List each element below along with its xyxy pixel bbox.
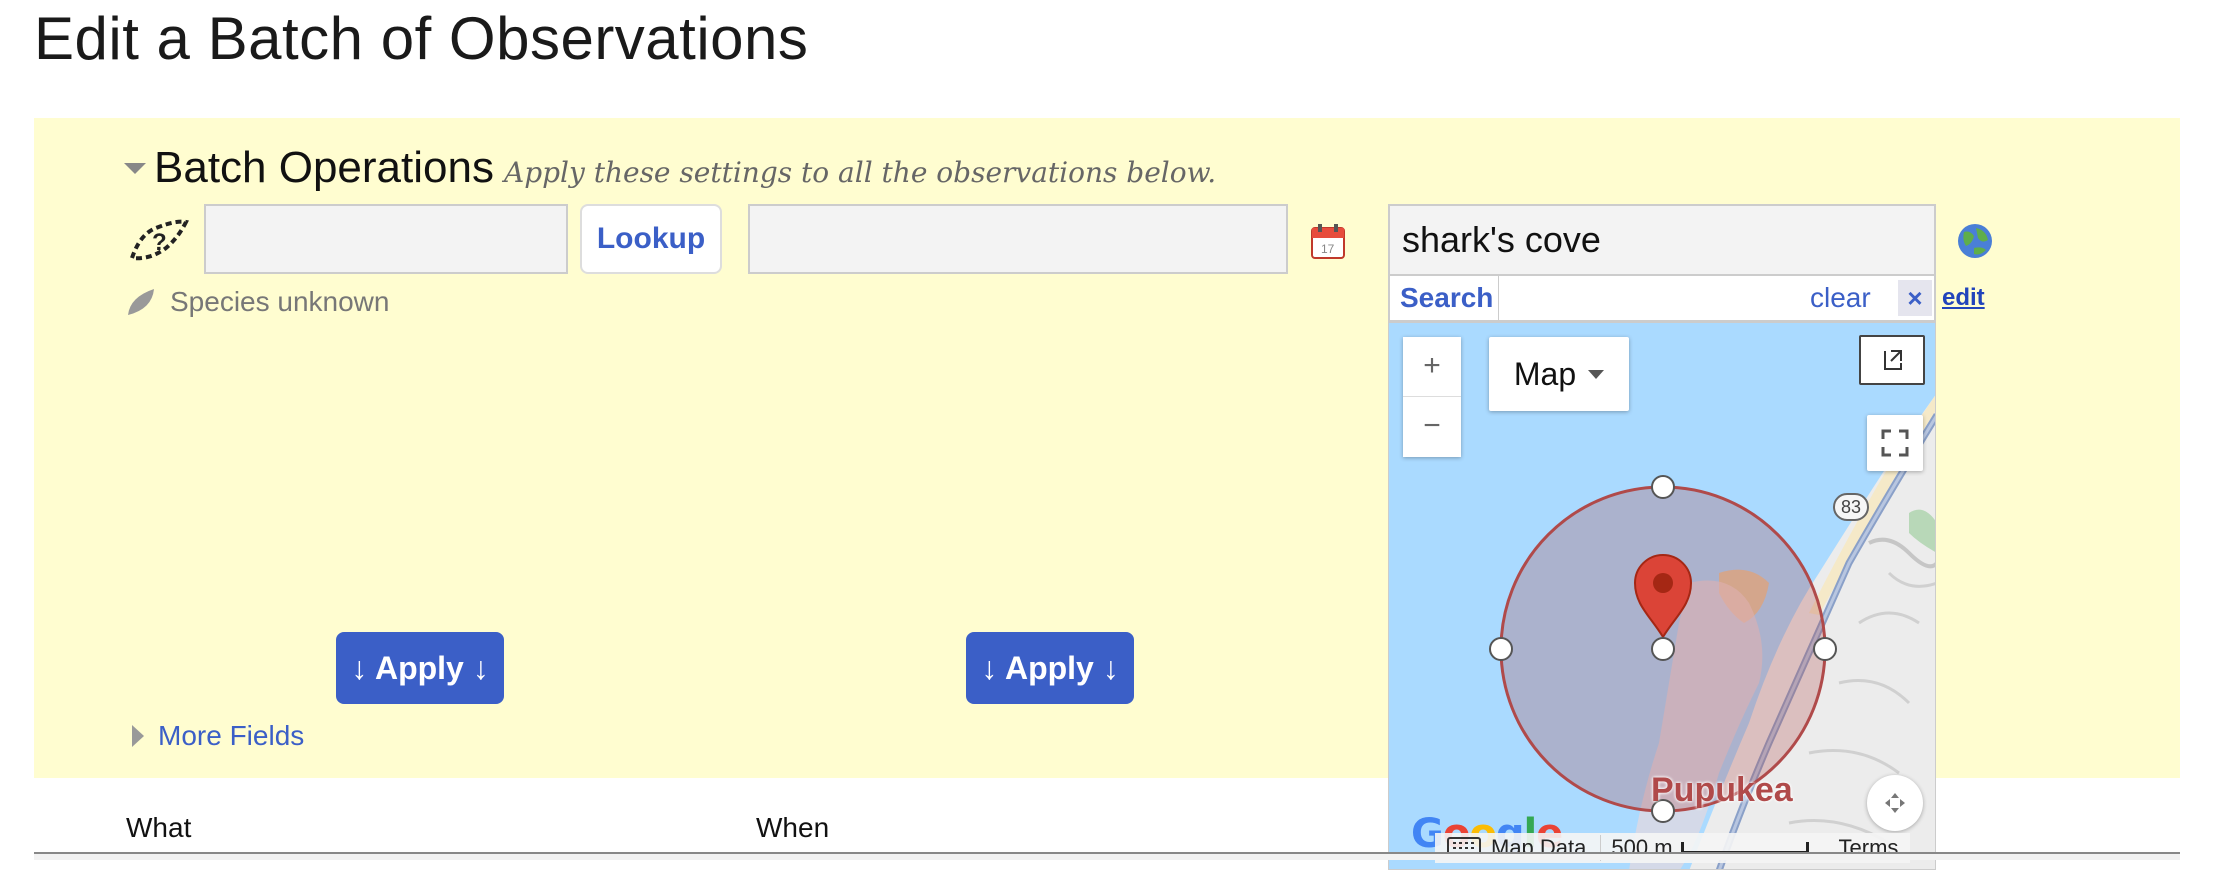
page-title: Edit a Batch of Observations — [34, 5, 809, 72]
location-search-button[interactable]: Search — [1400, 282, 1493, 314]
place-label: Pupukea — [1651, 771, 1793, 809]
batch-header[interactable]: Batch Operations Apply these settings to… — [124, 143, 1216, 193]
chevron-down-icon — [1588, 369, 1605, 379]
circle-handle-top — [1651, 475, 1675, 499]
zoom-control: + − — [1403, 337, 1461, 457]
species-name-input[interactable] — [204, 204, 568, 274]
popout-button[interactable] — [1859, 335, 1925, 385]
column-header-when: When — [756, 812, 830, 843]
location-clear-link[interactable]: clear — [1810, 282, 1871, 314]
location-name-input[interactable]: shark's cove — [1388, 204, 1936, 276]
circle-handle-left — [1489, 637, 1513, 661]
table-body — [34, 854, 2180, 860]
zoom-out-button[interactable]: − — [1403, 397, 1461, 457]
more-fields-label: More Fields — [158, 720, 305, 751]
expand-triangle-icon — [132, 725, 144, 747]
location-search-input[interactable] — [1498, 276, 1798, 320]
map-type-button[interactable]: Map — [1489, 337, 1629, 411]
location-search-row: Search clear × — [1388, 274, 1936, 322]
external-link-icon — [1884, 350, 1902, 370]
batch-title: Batch Operations — [154, 143, 494, 192]
collapse-triangle-icon[interactable] — [124, 163, 146, 174]
fullscreen-button[interactable] — [1867, 415, 1923, 471]
batch-hint: Apply these settings to all the observat… — [503, 156, 1217, 189]
route-shield: 83 — [1833, 493, 1869, 521]
species-status: Species unknown — [126, 286, 389, 318]
circle-handle-right — [1813, 637, 1837, 661]
species-status-text: Species unknown — [170, 286, 390, 317]
lookup-button[interactable]: Lookup — [580, 204, 722, 274]
svg-text:?: ? — [152, 229, 167, 256]
calendar-icon[interactable]: 17 — [1310, 222, 1346, 260]
leaf-icon — [128, 289, 154, 315]
apply-species-button[interactable]: ↓ Apply ↓ — [336, 632, 504, 704]
location-map[interactable]: + − Map 83 Pupukea Google Map Data 500 m — [1388, 322, 1936, 870]
table-header: What When — [0, 808, 2180, 852]
fullscreen-icon — [1881, 429, 1909, 457]
unknown-species-icon: ? — [129, 219, 189, 261]
circle-handle-center — [1651, 637, 1675, 661]
location-edit-link[interactable]: edit — [1942, 284, 1985, 312]
more-fields-toggle[interactable]: More Fields — [132, 720, 304, 752]
map-type-label: Map — [1513, 355, 1577, 392]
globe-icon[interactable] — [1956, 222, 1994, 260]
column-header-what: What — [126, 812, 192, 843]
apply-date-button[interactable]: ↓ Apply ↓ — [966, 632, 1134, 704]
zoom-in-button[interactable]: + — [1403, 337, 1461, 397]
svg-text:17: 17 — [1321, 242, 1335, 256]
location-close-button[interactable]: × — [1898, 280, 1932, 316]
observed-date-input[interactable] — [748, 204, 1288, 274]
